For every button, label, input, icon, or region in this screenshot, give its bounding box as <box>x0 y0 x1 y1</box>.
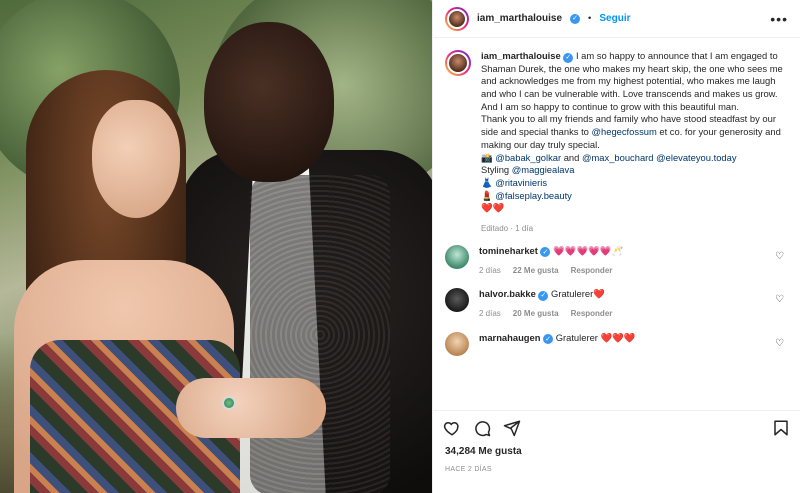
verified-badge-icon: ✓ <box>540 247 551 258</box>
verified-badge-icon: ✓ <box>543 334 554 345</box>
separator-dot: • <box>588 13 592 24</box>
comment-item: halvor.bakke ✓ Gratulerer❤️ 2 días 20 Me… <box>445 288 788 319</box>
post-header: iam_marthalouise ✓ • Seguir ••• <box>433 0 800 38</box>
comment-item: tomineharket ✓ 💗💗💗💗💗🥂 2 días 22 Me gusta… <box>445 244 788 277</box>
commenter-avatar[interactable] <box>445 331 469 356</box>
mention-max-bouchard[interactable]: @max_bouchard <box>582 152 654 163</box>
commenter-username[interactable]: halvor.bakke <box>479 288 536 299</box>
likes-count[interactable]: 34,284 Me gusta <box>445 446 522 457</box>
commenter-avatar[interactable] <box>445 244 469 269</box>
lipstick-emoji: 💄 <box>481 189 493 201</box>
verified-badge-icon: ✓ <box>570 13 581 24</box>
woman-face <box>92 100 180 218</box>
camera-emoji: 📸 <box>481 151 493 163</box>
verified-badge-icon: ✓ <box>538 290 549 301</box>
commenter-username[interactable]: marnahaugen <box>479 332 540 343</box>
post-sidebar: iam_marthalouise ✓ • Seguir ••• iam_mart… <box>432 0 800 493</box>
hands <box>176 378 326 438</box>
comment-age: 2 días <box>479 309 501 319</box>
jacket-lace-pattern <box>250 175 390 493</box>
like-comment-heart-icon[interactable]: ♡ <box>775 338 784 349</box>
save-bookmark-icon[interactable] <box>772 419 790 437</box>
comment-meta: 2 días 22 Me gusta Responder <box>479 266 788 277</box>
follow-button[interactable]: Seguir <box>599 13 630 24</box>
commenter-username[interactable]: tomineharket <box>479 245 538 256</box>
post-photo[interactable] <box>0 0 432 493</box>
comment-meta: 2 días 20 Me gusta Responder <box>479 309 788 320</box>
comment-age: 2 días <box>479 265 501 275</box>
comment-bubble-icon[interactable] <box>473 419 491 437</box>
caption-username[interactable]: iam_marthalouise <box>481 50 561 61</box>
caption-meta: Editado · 1 día <box>481 223 534 233</box>
caption-text: iam_marthalouise ✓ I am so happy to anno… <box>481 50 783 214</box>
dress-emoji: 👗 <box>481 176 493 188</box>
mention-hegecfossum[interactable]: @hegecfossum <box>592 126 657 137</box>
share-send-icon[interactable] <box>503 419 521 437</box>
caption: iam_marthalouise ✓ I am so happy to anno… <box>445 50 788 233</box>
mention-babak-golkar[interactable]: @babak_golkar <box>495 152 561 163</box>
mention-ritavinieris[interactable]: @ritavinieris <box>495 177 547 188</box>
comment-likes[interactable]: 22 Me gusta <box>513 266 559 277</box>
caption-avatar[interactable] <box>445 50 471 76</box>
comment-text: 💗💗💗💗💗🥂 <box>553 244 624 256</box>
more-options-icon[interactable]: ••• <box>770 11 788 27</box>
man-head <box>204 22 334 182</box>
styling-label: Styling <box>481 164 512 176</box>
comment-likes[interactable]: 20 Me gusta <box>513 309 559 320</box>
comments-scroll-area[interactable]: iam_marthalouise ✓ I am so happy to anno… <box>433 38 800 410</box>
mention-maggiealava[interactable]: @maggiealava <box>512 164 575 175</box>
mention-falseplay-beauty[interactable]: @falseplay.beauty <box>495 190 572 201</box>
comment-item: marnahaugen ✓ Gratulerer ❤️❤️❤️ ♡ <box>445 331 788 356</box>
reply-button[interactable]: Responder <box>571 266 613 277</box>
comment-text: Gratulerer❤️ <box>551 288 605 300</box>
author-username[interactable]: iam_marthalouise <box>477 13 562 24</box>
post-actions-bar <box>433 410 800 444</box>
like-heart-icon[interactable] <box>443 419 461 437</box>
mention-elevateyou[interactable]: @elevateyou.today <box>656 152 736 163</box>
commenter-avatar[interactable] <box>445 288 469 313</box>
hearts-emoji: ❤️❤️ <box>481 202 505 214</box>
like-comment-heart-icon[interactable]: ♡ <box>775 294 784 305</box>
like-comment-heart-icon[interactable]: ♡ <box>775 251 784 262</box>
engagement-ring <box>222 396 236 410</box>
author-avatar[interactable] <box>445 6 469 31</box>
comment-text: Gratulerer ❤️❤️❤️ <box>555 331 636 343</box>
verified-badge-icon: ✓ <box>563 52 574 63</box>
post-date: HACE 2 DÍAS <box>445 466 492 473</box>
instagram-post-modal: iam_marthalouise ✓ • Seguir ••• iam_mart… <box>0 0 800 493</box>
reply-button[interactable]: Responder <box>571 309 613 320</box>
